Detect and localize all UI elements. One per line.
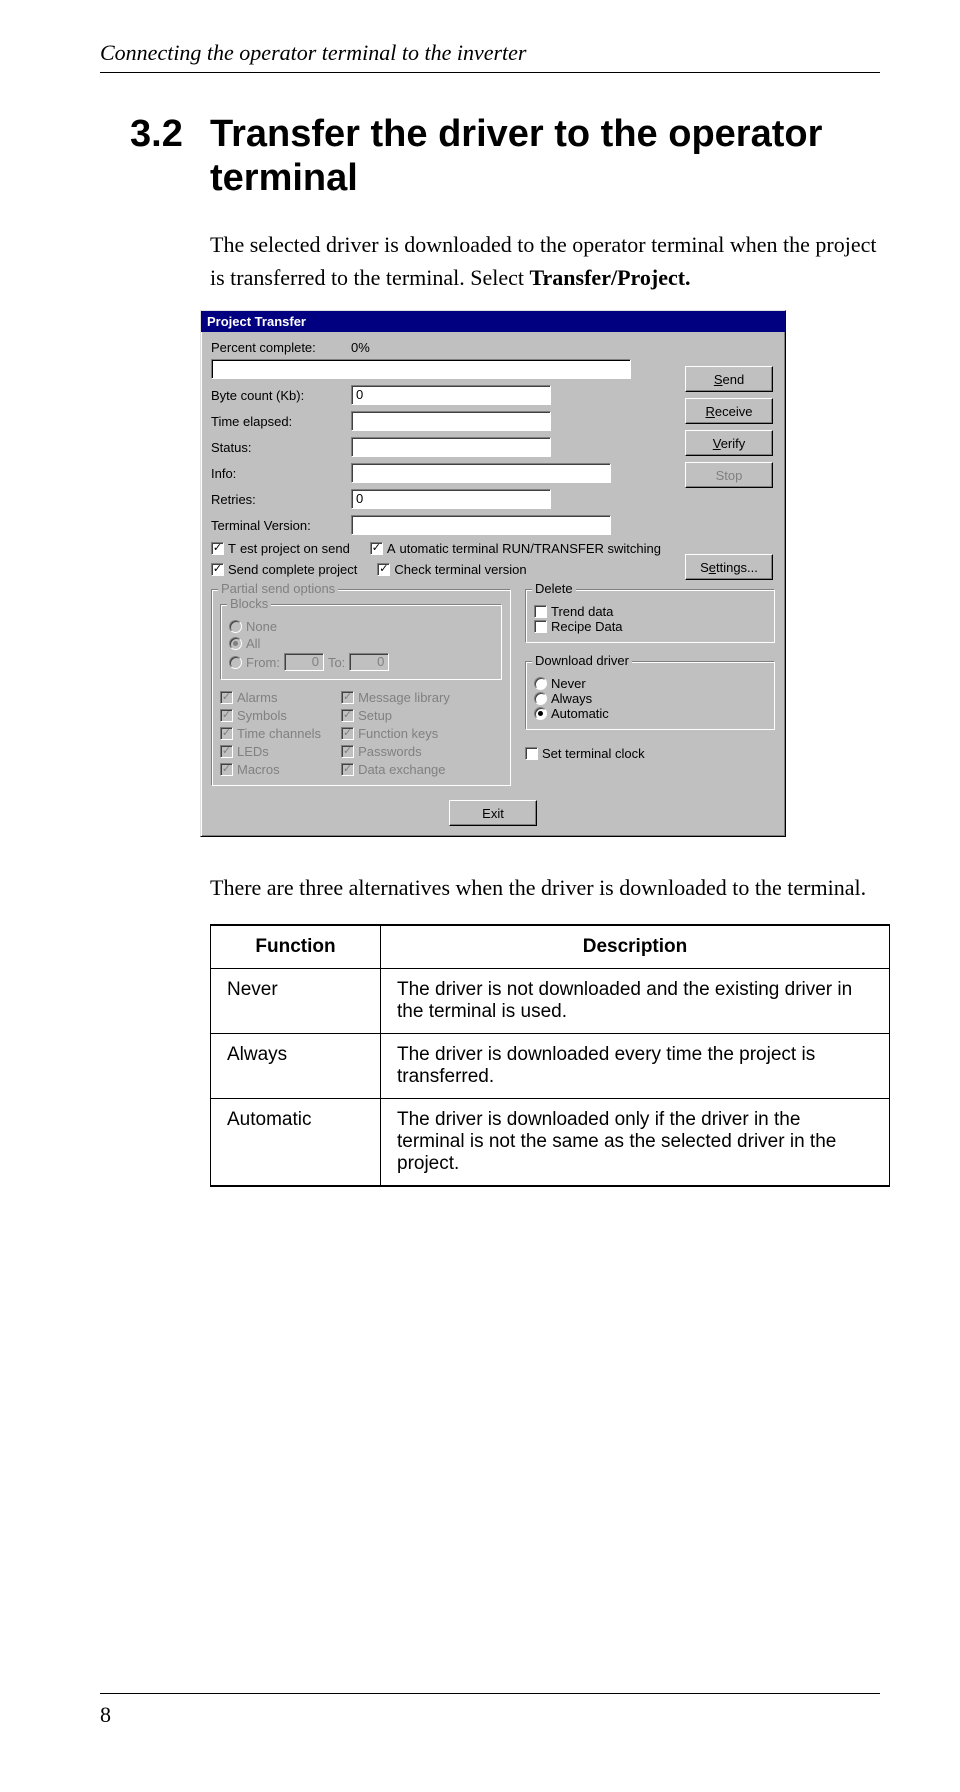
page-number: 8 — [100, 1702, 111, 1727]
verify-button[interactable]: Verify — [685, 430, 773, 456]
terminal-version-label: Terminal Version: — [211, 518, 351, 533]
table-cell: The driver is downloaded only if the dri… — [381, 1099, 890, 1187]
send-complete-checkbox[interactable]: ✓Send complete project — [211, 562, 357, 577]
section-title: 3.2 Transfer the driver to the operator … — [130, 113, 880, 200]
to-input: 0 — [349, 653, 389, 671]
download-driver-group: Download driver Never Always Automatic — [525, 661, 775, 730]
auto-run-transfer-checkbox[interactable]: ✓Automatic terminal RUN/TRANSFER switchi… — [370, 541, 661, 556]
setup-checkbox: ✓Setup — [341, 708, 450, 723]
table-cell: The driver is not downloaded and the exi… — [381, 969, 890, 1034]
table-header-description: Description — [381, 925, 890, 969]
retries-label: Retries: — [211, 492, 351, 507]
stop-button[interactable]: Stop — [685, 462, 773, 488]
table-header-function: Function — [211, 925, 381, 969]
intro-command: Transfer/Project. — [530, 265, 691, 290]
delete-legend: Delete — [532, 581, 576, 596]
symbols-checkbox: ✓Symbols — [220, 708, 321, 723]
download-always-radio[interactable]: Always — [534, 691, 766, 706]
leds-checkbox: ✓LEDs — [220, 744, 321, 759]
page-footer: 8 — [100, 1693, 880, 1728]
delete-group: Delete Trend data Recipe Data — [525, 589, 775, 643]
partial-send-legend: Partial send options — [218, 581, 338, 596]
section-title-text: Transfer the driver to the operator term… — [210, 113, 880, 200]
project-transfer-dialog: Project Transfer Send Receive Verify Sto… — [200, 310, 786, 837]
section-number: 3.2 — [130, 113, 210, 200]
from-input: 0 — [284, 653, 324, 671]
blocks-legend: Blocks — [227, 596, 271, 611]
function-table: Function Description Never The driver is… — [210, 924, 890, 1187]
blocks-all-radio: All — [229, 636, 493, 651]
data-exchange-checkbox: ✓Data exchange — [341, 762, 450, 777]
terminal-version-field — [351, 515, 611, 535]
alarms-checkbox: ✓Alarms — [220, 690, 321, 705]
byte-count-label: Byte count (Kb): — [211, 388, 351, 403]
download-driver-legend: Download driver — [532, 653, 632, 668]
retries-field: 0 — [351, 489, 551, 509]
trend-data-checkbox[interactable]: Trend data — [534, 604, 766, 619]
dialog-button-column: Send Receive Verify Stop Settings... — [685, 366, 773, 580]
dialog-titlebar: Project Transfer — [201, 311, 785, 332]
time-channels-checkbox: ✓Time channels — [220, 726, 321, 741]
message-library-checkbox: ✓Message library — [341, 690, 450, 705]
status-label: Status: — [211, 440, 351, 455]
set-terminal-clock-checkbox[interactable]: Set terminal clock — [525, 746, 775, 761]
send-button[interactable]: Send — [685, 366, 773, 392]
check-terminal-version-checkbox[interactable]: ✓Check terminal version — [377, 562, 526, 577]
settings-button[interactable]: Settings... — [685, 554, 773, 580]
partial-send-group: Partial send options Blocks None All Fro… — [211, 589, 511, 786]
time-elapsed-label: Time elapsed: — [211, 414, 351, 429]
download-never-radio[interactable]: Never — [534, 676, 766, 691]
blocks-group: Blocks None All From: 0 To: 0 — [220, 604, 502, 680]
exit-button[interactable]: Exit — [449, 800, 537, 826]
passwords-checkbox: ✓Passwords — [341, 744, 450, 759]
info-field — [351, 463, 611, 483]
table-cell: The driver is downloaded every time the … — [381, 1034, 890, 1099]
table-row: Always The driver is downloaded every ti… — [211, 1034, 890, 1099]
blocks-none-radio: None — [229, 619, 493, 634]
macros-checkbox: ✓Macros — [220, 762, 321, 777]
percent-complete-value: 0% — [351, 340, 411, 355]
intro-paragraph: The selected driver is downloaded to the… — [210, 228, 880, 294]
to-label: To: — [328, 655, 345, 670]
time-elapsed-field — [351, 411, 551, 431]
blocks-from-radio: From: — [229, 655, 280, 670]
table-cell: Never — [211, 969, 381, 1034]
status-field — [351, 437, 551, 457]
recipe-data-checkbox[interactable]: Recipe Data — [534, 619, 766, 634]
percent-complete-label: Percent complete: — [211, 340, 351, 355]
test-project-checkbox[interactable]: ✓Test project on send — [211, 541, 350, 556]
table-row: Never The driver is not downloaded and t… — [211, 969, 890, 1034]
byte-count-field: 0 — [351, 385, 551, 405]
table-cell: Automatic — [211, 1099, 381, 1187]
info-label: Info: — [211, 466, 351, 481]
download-automatic-radio[interactable]: Automatic — [534, 706, 766, 721]
page-header: Connecting the operator terminal to the … — [100, 40, 880, 73]
receive-button[interactable]: Receive — [685, 398, 773, 424]
table-cell: Always — [211, 1034, 381, 1099]
function-keys-checkbox: ✓Function keys — [341, 726, 450, 741]
table-row: Automatic The driver is downloaded only … — [211, 1099, 890, 1187]
progress-bar — [211, 359, 631, 379]
after-dialog-text: There are three alternatives when the dr… — [210, 871, 880, 904]
